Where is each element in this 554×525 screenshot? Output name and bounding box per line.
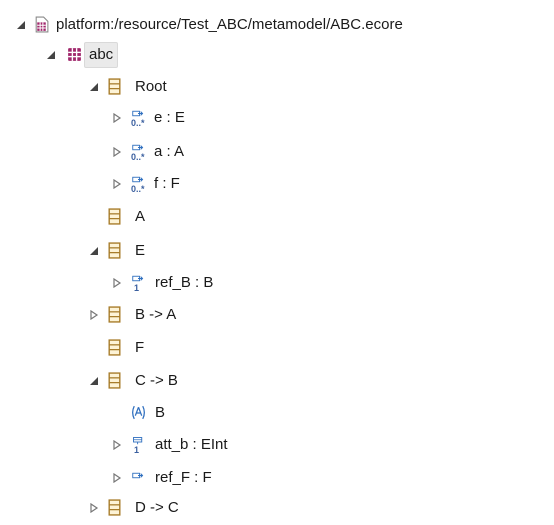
collapsed-twisty-icon[interactable] [110,167,124,200]
tree-label: A [135,208,146,225]
collapsed-twisty-icon[interactable] [87,491,101,524]
eclass-icon [106,242,123,259]
tree-label: e : E [154,109,185,126]
collapsed-twisty-icon[interactable] [110,266,124,299]
tree-label: B [155,404,166,421]
tree-label: platform:/resource/Test_ABC/metamodel/AB… [56,16,403,33]
svg-text:0..*: 0..* [131,118,145,126]
collapsed-twisty-icon[interactable] [110,461,124,494]
reference-many-icon: 0..* [130,143,147,160]
collapsed-twisty-icon[interactable] [87,298,101,331]
resource-file-icon [33,16,50,33]
tree-label: B -> A [135,306,177,323]
generic-supertype-icon [130,404,147,421]
svg-text:1: 1 [134,445,139,453]
tree-label: f : F [154,175,180,192]
tree-label: a : A [154,143,185,160]
expanded-twisty-icon[interactable] [87,70,101,103]
package-icon [66,46,83,63]
tree-label: D -> C [135,499,179,516]
collapsed-twisty-icon[interactable] [110,135,124,168]
svg-text:0..*: 0..* [131,184,145,192]
eclass-icon [106,78,123,95]
tree-label: ref_F : F [155,469,212,486]
expanded-twisty-icon[interactable] [14,8,28,41]
tree-label: C -> B [135,372,178,389]
tree-view: platform:/resource/Test_ABC/metamodel/AB… [0,0,554,525]
svg-text:1: 1 [134,283,139,291]
tree-label: F [135,339,145,356]
expanded-twisty-icon[interactable] [44,38,58,71]
tree-label: Root [135,78,167,95]
tree-label: ref_B : B [155,274,214,291]
eclass-icon [106,208,123,225]
reference-many-icon: 0..* [130,175,147,192]
reference-icon [130,469,147,486]
eclass-icon [106,339,123,356]
collapsed-twisty-icon[interactable] [110,101,124,134]
collapsed-twisty-icon[interactable] [110,428,124,461]
tree-label: E [135,242,146,259]
svg-text:0..*: 0..* [131,152,145,160]
tree-label: att_b : EInt [155,436,228,453]
eclass-icon [106,306,123,323]
expanded-twisty-icon[interactable] [87,364,101,397]
reference-one-icon: 1 [130,274,147,291]
reference-many-icon: 0..* [130,109,147,126]
eclass-icon [106,372,123,389]
eclass-icon [106,499,123,516]
expanded-twisty-icon[interactable] [87,234,101,267]
attribute-icon: 1 [130,436,147,453]
tree-label: abc [84,42,119,68]
